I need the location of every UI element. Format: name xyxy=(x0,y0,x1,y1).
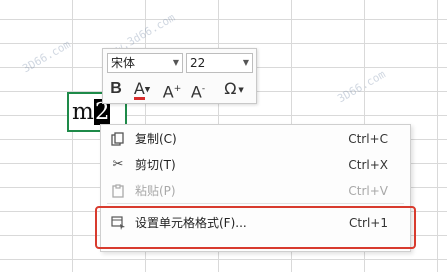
chevron-down-icon: ▼ xyxy=(172,58,179,67)
scissors-icon: ✂ xyxy=(112,157,124,172)
omega-icon: Ω xyxy=(224,79,237,98)
bold-button[interactable]: B xyxy=(107,78,125,100)
increase-font-sup: + xyxy=(173,84,182,94)
menu-item-shortcut: Ctrl+C xyxy=(348,132,388,146)
cell-text-before: m xyxy=(72,99,94,125)
decrease-font-sup: - xyxy=(201,84,206,94)
menu-item-label: 复制(C) xyxy=(135,132,177,146)
mini-format-toolbar: 宋体 ▼ 22 ▼ B A▼ A+ A- Ω ▼ xyxy=(102,48,257,104)
menu-item-cut[interactable]: ✂ 剪切(T) Ctrl+X xyxy=(101,153,410,177)
menu-separator xyxy=(107,203,404,204)
highlight-annotation xyxy=(95,206,416,249)
decrease-font-size-button[interactable]: A- xyxy=(187,78,209,102)
chevron-down-icon: ▼ xyxy=(144,85,151,94)
font-name-value: 宋体 xyxy=(111,56,136,70)
menu-item-copy[interactable]: 复制(C) Ctrl+C xyxy=(101,127,410,151)
font-color-button[interactable]: A▼ xyxy=(129,78,155,100)
copy-icon xyxy=(110,127,126,155)
font-color-icon: A xyxy=(133,79,145,100)
decrease-font-icon: A xyxy=(190,82,202,102)
menu-item-label: 粘贴(P) xyxy=(135,184,176,198)
font-size-dropdown[interactable]: 22 ▼ xyxy=(186,53,253,73)
chevron-down-icon: ▼ xyxy=(242,58,249,67)
symbol-button[interactable]: Ω ▼ xyxy=(217,78,251,100)
font-size-value: 22 xyxy=(190,56,206,70)
menu-item-paste[interactable]: 粘贴(P) Ctrl+V xyxy=(101,179,410,203)
menu-item-shortcut: Ctrl+V xyxy=(348,184,388,198)
increase-font-icon: A xyxy=(162,82,174,102)
menu-item-shortcut: Ctrl+X xyxy=(348,158,388,172)
increase-font-size-button[interactable]: A+ xyxy=(161,78,183,102)
chevron-down-icon: ▼ xyxy=(238,85,244,94)
font-name-dropdown[interactable]: 宋体 ▼ xyxy=(107,53,183,73)
menu-item-label: 剪切(T) xyxy=(135,158,176,172)
